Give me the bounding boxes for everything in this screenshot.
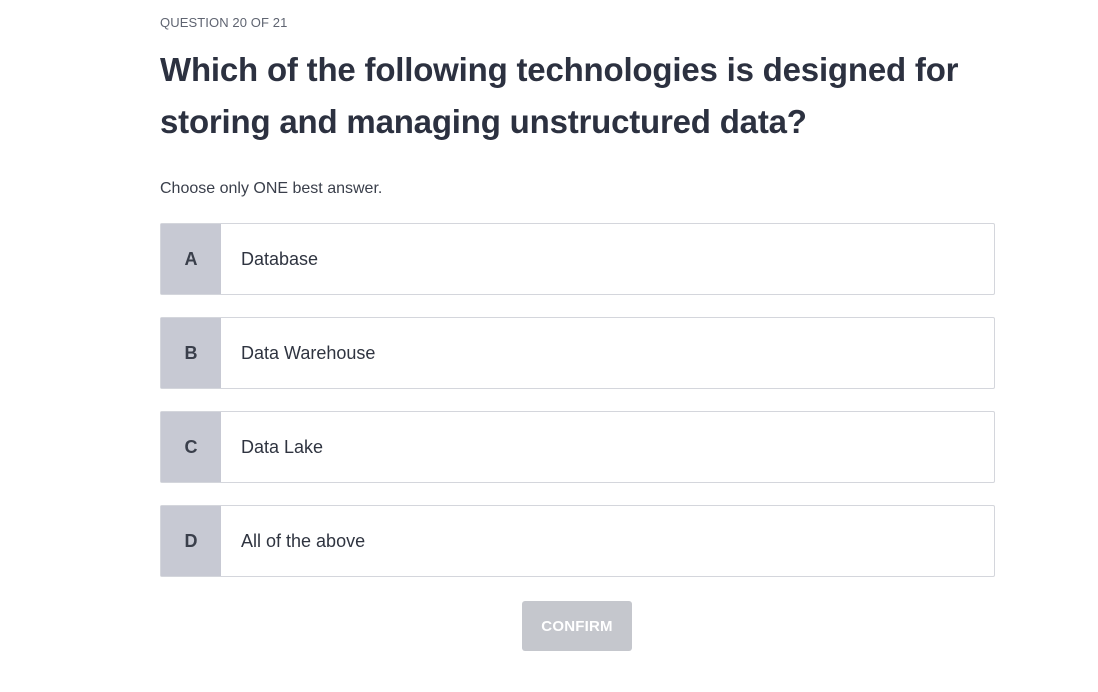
option-a[interactable]: A Database xyxy=(160,223,995,295)
option-letter: D xyxy=(161,506,221,576)
option-c[interactable]: C Data Lake xyxy=(160,411,995,483)
option-letter: A xyxy=(161,224,221,294)
option-b[interactable]: B Data Warehouse xyxy=(160,317,995,389)
option-letter: B xyxy=(161,318,221,388)
answer-instruction: Choose only ONE best answer. xyxy=(160,180,383,197)
option-label: Data Lake xyxy=(241,436,324,457)
option-label: All of the above xyxy=(241,530,366,551)
question-progress: QUESTION 20 OF 21 xyxy=(160,15,288,30)
option-d[interactable]: D All of the above xyxy=(160,505,995,577)
option-letter: C xyxy=(161,412,221,482)
confirm-button[interactable]: CONFIRM xyxy=(522,601,632,651)
question-text: Which of the following technologies is d… xyxy=(160,51,959,140)
option-label: Database xyxy=(241,248,319,269)
answer-options: A Database B Data Warehouse C Data Lake … xyxy=(160,223,995,599)
option-label: Data Warehouse xyxy=(241,342,376,363)
